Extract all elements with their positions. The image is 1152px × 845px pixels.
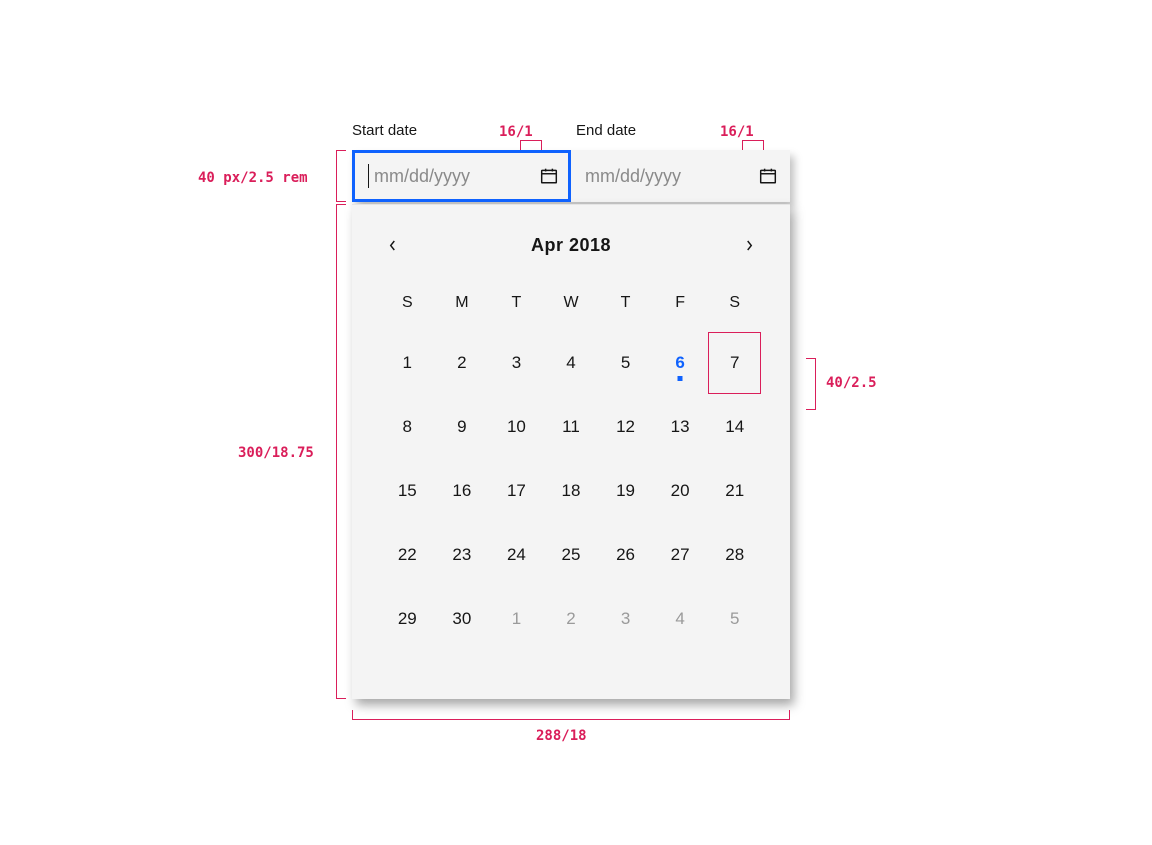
end-date-label: End date xyxy=(576,122,636,139)
annotation-calendar-height: 300/18.75 xyxy=(238,445,314,461)
calendar-day[interactable]: 17 xyxy=(489,459,544,523)
calendar-day[interactable]: 4 xyxy=(653,587,708,651)
calendar-day[interactable]: 1 xyxy=(489,587,544,651)
annotation-icon-size-start: 16/1 xyxy=(499,124,533,140)
calendar-header: Apr 2018 xyxy=(380,227,762,263)
prev-month-button[interactable] xyxy=(380,233,404,257)
calendar-day[interactable]: 11 xyxy=(544,395,599,459)
calendar-day[interactable]: 7 xyxy=(707,331,762,395)
calendar-day[interactable]: 20 xyxy=(653,459,708,523)
calendar-day[interactable]: 5 xyxy=(598,331,653,395)
calendar-day[interactable]: 22 xyxy=(380,523,435,587)
dow-cell: S xyxy=(707,285,762,321)
calendar-day[interactable]: 6 xyxy=(653,331,708,395)
calendar-day[interactable]: 15 xyxy=(380,459,435,523)
dow-cell: M xyxy=(435,285,490,321)
end-date-placeholder: mm/dd/yyyy xyxy=(585,166,758,187)
calendar-day[interactable]: 29 xyxy=(380,587,435,651)
start-date-placeholder: mm/dd/yyyy xyxy=(366,166,539,187)
bracket-icon-end xyxy=(742,140,764,150)
calendar-day[interactable]: 26 xyxy=(598,523,653,587)
end-date-input[interactable]: mm/dd/yyyy xyxy=(571,150,790,202)
bracket-calendar-width xyxy=(352,710,790,720)
start-date-input[interactable]: mm/dd/yyyy xyxy=(352,150,571,202)
bracket-icon-start xyxy=(520,140,542,150)
calendar-day[interactable]: 13 xyxy=(653,395,708,459)
calendar-day[interactable]: 3 xyxy=(598,587,653,651)
calendar-day[interactable]: 5 xyxy=(707,587,762,651)
dow-cell: T xyxy=(598,285,653,321)
calendar-day[interactable]: 30 xyxy=(435,587,490,651)
calendar-day[interactable]: 23 xyxy=(435,523,490,587)
calendar-icon[interactable] xyxy=(758,166,778,186)
calendar-day[interactable]: 19 xyxy=(598,459,653,523)
calendar-day[interactable]: 14 xyxy=(707,395,762,459)
calendar-day[interactable]: 12 xyxy=(598,395,653,459)
calendar-day[interactable]: 24 xyxy=(489,523,544,587)
date-inputs-row: mm/dd/yyyy mm/dd/yyyy xyxy=(352,150,790,202)
calendar-day[interactable]: 9 xyxy=(435,395,490,459)
annotation-calendar-width: 288/18 xyxy=(536,728,587,744)
calendar-days-grid: 1234567891011121314151617181920212223242… xyxy=(380,331,762,651)
calendar-day[interactable]: 21 xyxy=(707,459,762,523)
text-cursor xyxy=(368,164,369,188)
dow-cell: W xyxy=(544,285,599,321)
day-of-week-row: SMTWTFS xyxy=(380,285,762,321)
start-date-label: Start date xyxy=(352,122,417,139)
bracket-calendar-height xyxy=(336,204,346,699)
annotation-input-height: 40 px/2.5 rem xyxy=(198,170,308,186)
dow-cell: F xyxy=(653,285,708,321)
calendar-day[interactable]: 16 xyxy=(435,459,490,523)
calendar-icon[interactable] xyxy=(539,166,559,186)
calendar-day[interactable]: 4 xyxy=(544,331,599,395)
calendar-day[interactable]: 25 xyxy=(544,523,599,587)
calendar-day[interactable]: 3 xyxy=(489,331,544,395)
next-month-button[interactable] xyxy=(738,233,762,257)
annotation-cell-size: 40/2.5 xyxy=(826,375,877,391)
calendar-month-label[interactable]: Apr 2018 xyxy=(531,235,611,256)
dow-cell: T xyxy=(489,285,544,321)
calendar-day[interactable]: 27 xyxy=(653,523,708,587)
annotation-icon-size-end: 16/1 xyxy=(720,124,754,140)
bracket-cell-size xyxy=(806,358,816,410)
calendar-day[interactable]: 18 xyxy=(544,459,599,523)
calendar-day[interactable]: 10 xyxy=(489,395,544,459)
calendar-dropdown: Apr 2018 SMTWTFS 12345678910111213141516… xyxy=(352,204,790,699)
dow-cell: S xyxy=(380,285,435,321)
calendar-day[interactable]: 28 xyxy=(707,523,762,587)
calendar-day[interactable]: 1 xyxy=(380,331,435,395)
calendar-day[interactable]: 2 xyxy=(435,331,490,395)
calendar-day[interactable]: 2 xyxy=(544,587,599,651)
calendar-day[interactable]: 8 xyxy=(380,395,435,459)
bracket-input-height xyxy=(336,150,346,202)
